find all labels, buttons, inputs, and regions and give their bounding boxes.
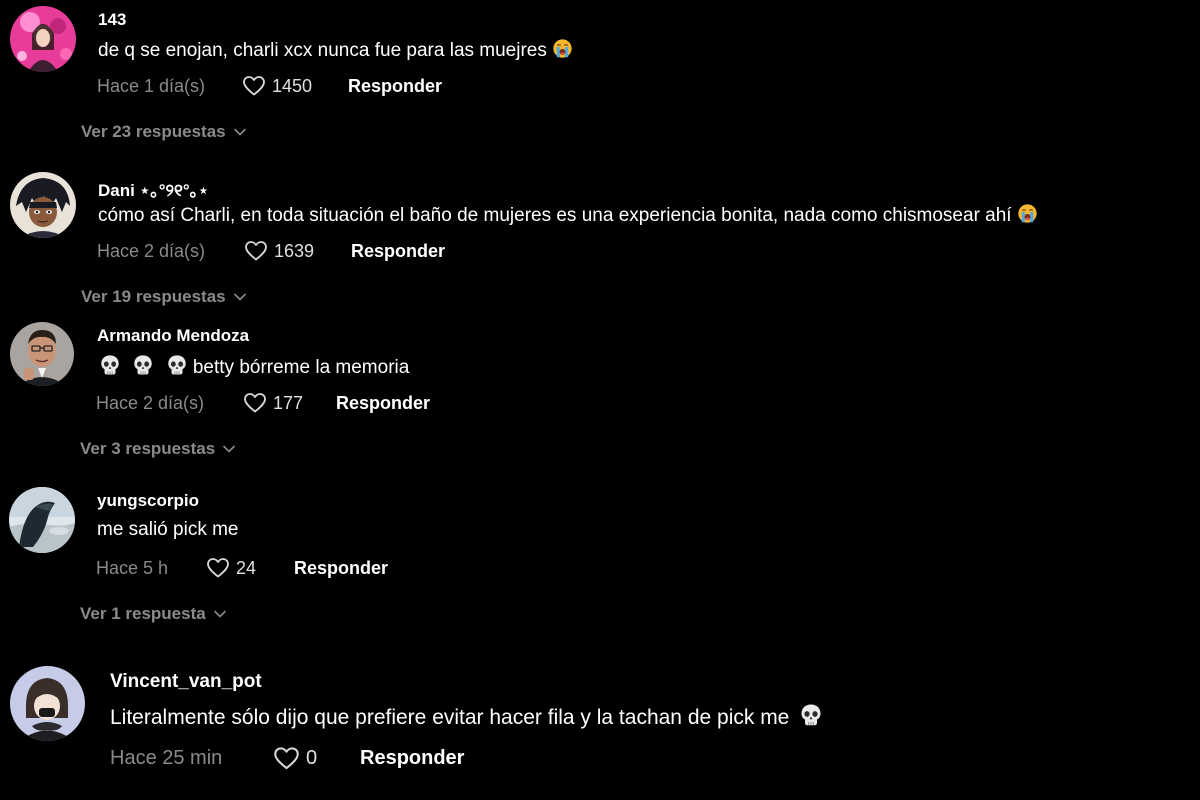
reply-button[interactable]: Responder [360,747,464,770]
heart-icon [273,745,300,772]
heart-icon [243,391,267,415]
username[interactable]: 143 [98,10,126,30]
like-count: 1639 [274,240,315,261]
like-button[interactable]: 0 [273,745,360,772]
comment-text-body: me salió pick me [97,519,239,540]
reply-button[interactable]: Responder [294,558,388,579]
timestamp: Hace 25 min [110,747,223,769]
skull-icon [99,354,121,376]
loudly-crying-face-icon [1017,203,1038,224]
view-replies-button[interactable]: Ver 23 respuestas [81,122,246,142]
comment-meta: Hace 5 h 24 Responder [96,556,388,580]
loudly-crying-face-icon [552,38,573,59]
comment-text-body: Literalmente sólo dijo que prefiere evit… [110,706,790,729]
chevron-down-icon [234,293,246,301]
reply-button[interactable]: Responder [348,76,442,97]
avatar[interactable] [10,172,76,238]
comments-page: 143 de q se enojan, charli xcx nunca fue… [0,0,1200,800]
like-button[interactable]: 177 [243,391,336,415]
comment-text: de q se enojan, charli xcx nunca fue par… [98,38,573,62]
like-count: 1450 [272,75,313,96]
like-count: 0 [306,747,318,769]
comment-meta: Hace 2 día(s) 1639 Responder [97,239,445,263]
timestamp: Hace 2 día(s) [97,240,206,261]
timestamp: Hace 5 h [96,557,169,578]
comment-meta: Hace 2 día(s) 177 Responder [96,391,430,415]
like-count: 24 [236,557,257,578]
username[interactable]: yungscorpio [97,491,199,511]
username[interactable]: Armando Mendoza [97,326,249,346]
comment-text: cómo así Charli, en toda situación el ba… [98,203,1038,227]
comment-meta: Hace 1 día(s) 1450 Responder [97,74,442,98]
comment-text-body: de q se enojan, charli xcx nunca fue par… [98,40,547,61]
chevron-down-icon [234,128,246,136]
avatar[interactable] [9,487,75,553]
avatar[interactable] [10,322,74,386]
skull-icon [166,354,188,376]
username[interactable]: Vincent_van_pot [110,671,262,693]
view-replies-label: Ver 19 respuestas [81,287,226,306]
comment-meta: Hace 25 min 0 Responder [110,745,464,772]
like-button[interactable]: 1450 [242,74,348,98]
username[interactable]: Dani ⋆｡°୨୧°｡⋆ [98,176,209,201]
heart-icon [244,239,268,263]
view-replies-button[interactable]: Ver 19 respuestas [81,287,246,307]
comment-text-body: cómo así Charli, en toda situación el ba… [98,205,1012,226]
like-button[interactable]: 24 [206,556,294,580]
view-replies-button[interactable]: Ver 3 respuestas [80,439,235,459]
chevron-down-icon [223,445,235,453]
avatar[interactable] [10,6,76,72]
view-replies-label: Ver 23 respuestas [81,122,226,141]
view-replies-label: Ver 1 respuesta [80,604,206,623]
avatar[interactable] [10,666,85,741]
timestamp: Hace 2 día(s) [96,392,205,413]
heart-icon [206,556,230,580]
like-button[interactable]: 1639 [244,239,351,263]
view-replies-label: Ver 3 respuestas [80,439,216,458]
reply-button[interactable]: Responder [351,241,445,262]
comment-text-body: betty bórreme la memoria [192,357,410,378]
view-replies-button[interactable]: Ver 1 respuesta [80,604,226,624]
like-count: 177 [273,392,304,413]
skull-icon [132,354,154,376]
reply-button[interactable]: Responder [336,393,430,414]
comment-text: Literalmente sólo dijo que prefiere evit… [110,703,823,730]
chevron-down-icon [214,610,226,618]
heart-icon [242,74,266,98]
skull-icon [799,703,823,727]
comment-text: betty bórreme la memoria [99,354,409,379]
comment-text: me salió pick me [97,519,239,541]
timestamp: Hace 1 día(s) [97,75,206,96]
